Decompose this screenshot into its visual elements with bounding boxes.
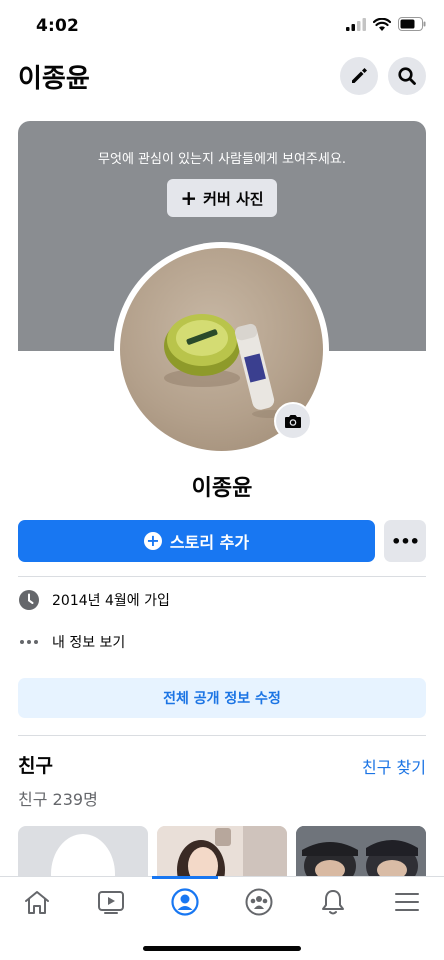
bottom-tab-bar xyxy=(0,876,444,960)
tab-groups[interactable] xyxy=(237,885,281,919)
add-cover-photo-button[interactable]: + 커버 사진 xyxy=(167,179,277,217)
friend-photo-image xyxy=(296,826,426,878)
friends-count: 친구 239명 xyxy=(18,790,98,809)
status-time: 4:02 xyxy=(36,16,80,36)
friend-photo-image xyxy=(157,826,287,878)
tab-profile[interactable] xyxy=(163,885,207,919)
ellipsis-icon xyxy=(18,631,40,653)
menu-icon xyxy=(395,893,419,911)
add-cover-photo-label: 커버 사진 xyxy=(203,189,264,208)
find-friends-link[interactable]: 친구 찾기 xyxy=(362,754,426,778)
bell-icon xyxy=(322,890,344,915)
plus-icon: + xyxy=(180,186,198,210)
friends-section-title: 친구 xyxy=(18,755,53,777)
profile-header: 이종윤 xyxy=(0,52,444,102)
search-icon xyxy=(398,67,416,85)
divider xyxy=(18,576,426,577)
pencil-icon xyxy=(352,68,367,83)
see-about-info-row[interactable]: 내 정보 보기 xyxy=(18,629,125,655)
wifi-icon xyxy=(373,17,391,31)
see-about-info-text: 내 정보 보기 xyxy=(52,635,126,651)
cellular-signal-icon xyxy=(346,17,366,31)
friend-card[interactable] xyxy=(157,826,287,878)
divider xyxy=(18,735,426,736)
status-icons xyxy=(346,17,426,31)
tab-video[interactable] xyxy=(89,885,133,919)
home-indicator xyxy=(143,946,301,951)
more-options-button[interactable]: ••• xyxy=(384,520,426,562)
groups-icon xyxy=(245,888,273,916)
home-icon xyxy=(25,891,49,914)
profile-icon xyxy=(171,888,199,916)
add-story-button[interactable]: + 스토리 추가 xyxy=(18,520,375,562)
friend-card[interactable] xyxy=(18,826,148,878)
page-title: 이종윤 xyxy=(18,64,90,94)
tab-home[interactable] xyxy=(15,885,59,919)
tab-notifications[interactable] xyxy=(311,885,355,919)
friend-card[interactable] xyxy=(296,826,426,878)
active-tab-indicator xyxy=(152,876,218,879)
add-circle-icon: + xyxy=(143,532,162,550)
default-avatar-image xyxy=(51,834,115,878)
edit-public-details-button[interactable]: 전체 공개 정보 수정 xyxy=(18,678,426,718)
search-button[interactable] xyxy=(388,57,426,95)
profile-name: 이종윤 xyxy=(191,476,253,501)
battery-icon xyxy=(398,17,426,31)
change-profile-picture-button[interactable] xyxy=(274,402,312,440)
tab-menu[interactable] xyxy=(385,885,429,919)
clock-icon xyxy=(18,589,40,611)
status-bar: 4:02 xyxy=(0,0,444,52)
add-story-label: 스토리 추가 xyxy=(169,533,250,552)
joined-date-text: 2014년 4월에 가입 xyxy=(52,593,170,609)
edit-profile-button[interactable] xyxy=(340,57,378,95)
camera-icon xyxy=(285,415,301,428)
video-icon xyxy=(98,891,124,914)
joined-date-row: 2014년 4월에 가입 xyxy=(18,587,170,613)
cover-prompt-text: 무엇에 관심이 있는지 사람들에게 보여주세요. xyxy=(98,152,346,167)
